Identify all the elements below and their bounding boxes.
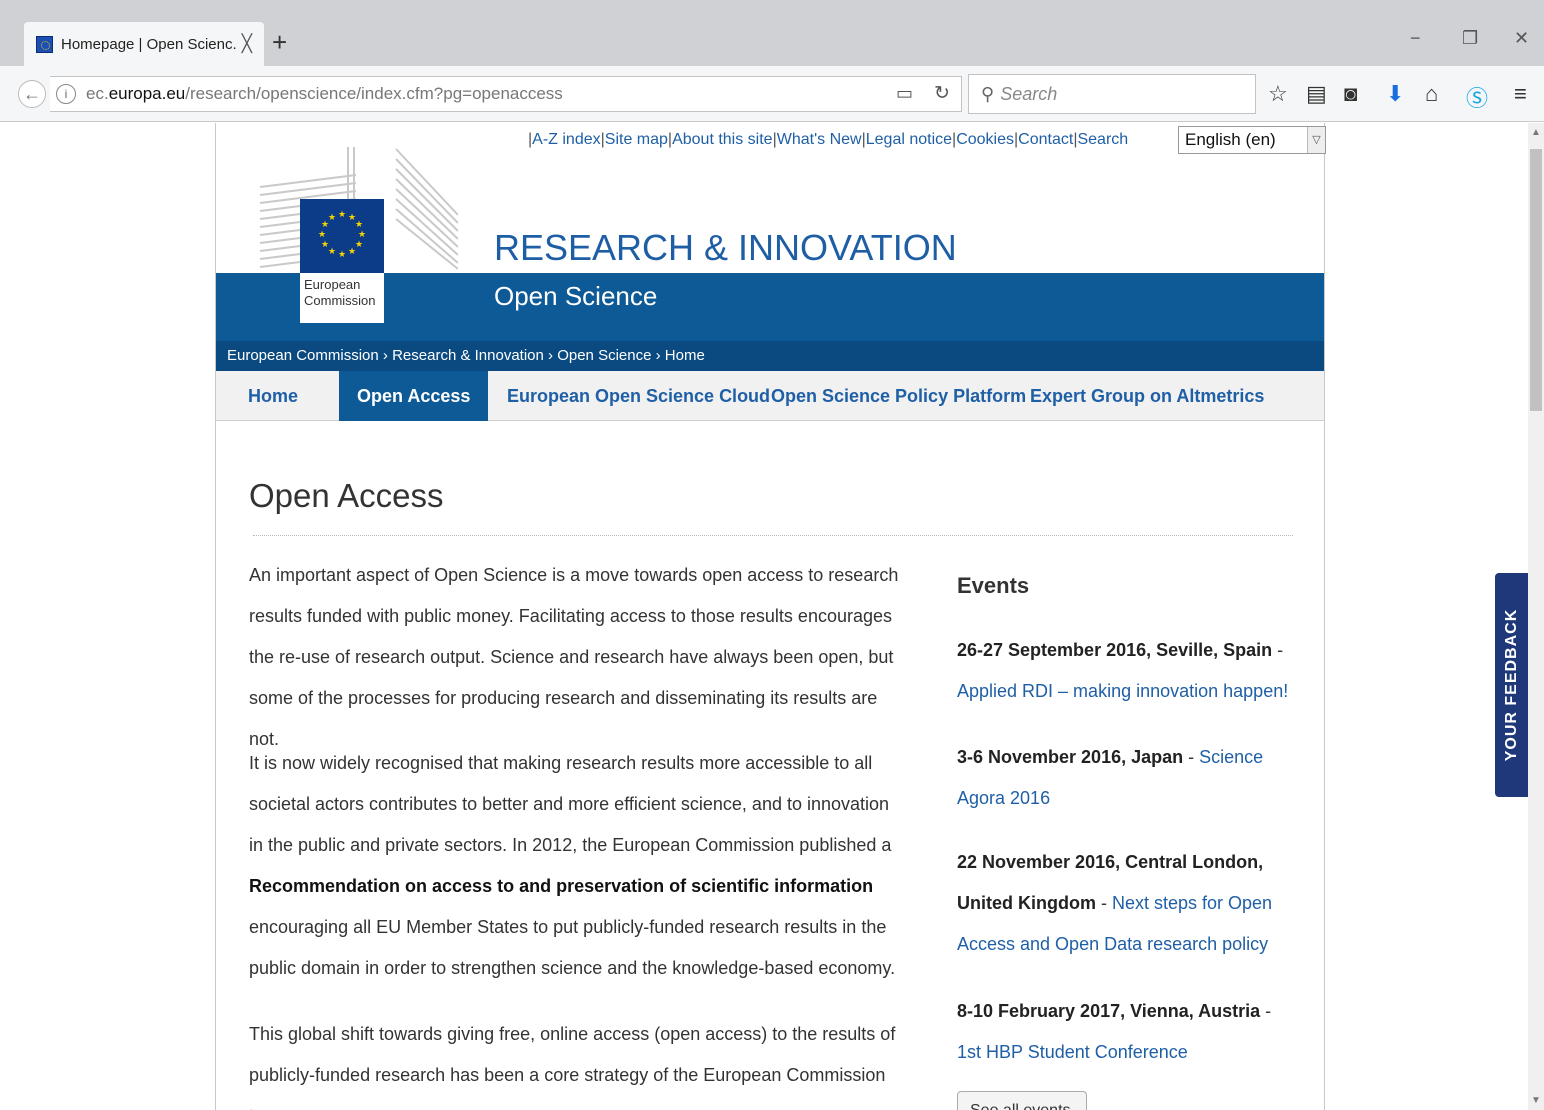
logo-line-2: Commission <box>304 293 376 308</box>
recommendation-link[interactable]: Recommendation on access to and preserva… <box>249 876 873 896</box>
event-separator: - <box>1183 747 1200 767</box>
bookmarks-list-icon[interactable]: ▤ <box>1306 81 1327 107</box>
svg-text:★: ★ <box>328 213 336 223</box>
reader-view-icon[interactable]: ▭ <box>896 83 913 104</box>
minimize-icon[interactable]: − <box>1410 28 1421 49</box>
breadcrumb: European Commission › Research & Innovat… <box>216 341 1324 371</box>
toplink-item[interactable]: Cookies <box>956 131 1014 148</box>
breadcrumb-chevron-icon: › <box>543 347 558 364</box>
scroll-up-icon[interactable]: ▲ <box>1531 127 1541 138</box>
event-date: 8-10 February 2017, Vienna, Austria <box>957 1001 1261 1021</box>
paragraph-2-text-c: encouraging all EU Member States to put … <box>249 917 896 978</box>
language-selected: English (en) <box>1185 130 1276 149</box>
svg-text:★: ★ <box>328 247 336 257</box>
info-icon[interactable]: i <box>56 84 76 104</box>
title-divider <box>253 535 1293 536</box>
tab-close-icon[interactable]: ╳ <box>242 34 252 54</box>
browser-tab[interactable]: Homepage | Open Scienc... ╳ <box>24 22 264 66</box>
menu-item-eosc[interactable]: European Open Science Cloud <box>507 371 770 421</box>
svg-text:★: ★ <box>338 210 346 220</box>
events-heading: Events <box>957 573 1030 598</box>
logo-line-1: European <box>304 277 361 292</box>
top-utility-links: |A-Z index|Site map|About this site|What… <box>528 131 1128 149</box>
download-icon[interactable]: ⬇ <box>1386 81 1404 107</box>
svg-text:★: ★ <box>318 230 326 240</box>
menu-item-home[interactable]: Home <box>248 371 298 421</box>
paragraph-3: This global shift towards giving free, o… <box>249 1024 896 1110</box>
language-select[interactable]: English (en) ▽ <box>1178 126 1326 154</box>
restore-icon[interactable]: ❐ <box>1462 28 1478 49</box>
eu-flag-icon: ★ ★ ★ ★ ★ ★ ★ ★ ★ ★ ★ ★ <box>300 199 384 273</box>
site-subtitle[interactable]: Open Science <box>494 281 657 312</box>
breadcrumb-chevron-icon: › <box>378 347 393 364</box>
event-date: 26-27 September 2016, Seville, Spain <box>957 640 1273 660</box>
page-container: |A-Z index|Site map|About this site|What… <box>215 123 1326 1110</box>
svg-text:★: ★ <box>355 240 363 250</box>
new-tab-button[interactable]: + <box>272 28 287 56</box>
browser-nav-bar: ← i ec.europa.eu/research/openscience/in… <box>0 66 1544 122</box>
page-viewport: |A-Z index|Site map|About this site|What… <box>0 123 1544 1110</box>
bookmark-star-icon[interactable]: ☆ <box>1268 81 1288 107</box>
scroll-down-icon[interactable]: ▼ <box>1531 1095 1541 1106</box>
close-window-icon[interactable]: ✕ <box>1514 28 1529 49</box>
toplink-item[interactable]: What's New <box>777 131 862 148</box>
paragraph-1: An important aspect of Open Science is a… <box>249 565 899 749</box>
main-menu: Home Open Access European Open Science C… <box>216 371 1324 421</box>
vertical-scrollbar[interactable]: ▲ ▼ <box>1528 123 1544 1110</box>
breadcrumb-item[interactable]: Research & Innovation <box>392 347 544 364</box>
toplink-item[interactable]: Legal notice <box>866 131 952 148</box>
search-placeholder: Search <box>1000 83 1058 104</box>
breadcrumb-item[interactable]: Open Science <box>557 347 651 364</box>
menu-item-open-access[interactable]: Open Access <box>339 371 489 421</box>
logo-text: European Commission <box>300 273 384 323</box>
search-icon: ⚲ <box>981 83 995 104</box>
reload-icon[interactable]: ↻ <box>934 82 950 105</box>
toplink-item[interactable]: Contact <box>1018 131 1073 148</box>
address-bar[interactable]: i ec.europa.eu/research/openscience/inde… <box>50 76 962 112</box>
toplink-item[interactable]: A-Z index <box>532 131 600 148</box>
scrollbar-thumb[interactable] <box>1530 149 1542 411</box>
svg-text:★: ★ <box>358 230 366 240</box>
breadcrumb-item: Home <box>664 347 705 364</box>
breadcrumb-item[interactable]: European Commission <box>227 347 379 364</box>
skype-icon[interactable]: Ⓢ <box>1466 81 1488 113</box>
see-all-events-button[interactable]: See all events <box>957 1091 1087 1110</box>
menu-item-policy-platform[interactable]: Open Science Policy Platform <box>771 371 1026 421</box>
feedback-tab[interactable]: YOUR FEEDBACK <box>1495 573 1529 797</box>
event-separator: - <box>1260 1001 1272 1021</box>
event-link[interactable]: Applied RDI – making innovation happen! <box>957 681 1288 701</box>
toplink-item[interactable]: Search <box>1077 131 1128 148</box>
event-separator: - <box>1272 640 1284 660</box>
back-arrow-icon[interactable]: ← <box>18 80 46 108</box>
breadcrumb-chevron-icon: › <box>651 347 665 364</box>
site-title[interactable]: RESEARCH & INNOVATION <box>494 227 957 269</box>
event-item: 8-10 February 2017, Vienna, Austria - 1s… <box>957 991 1297 1073</box>
svg-text:★: ★ <box>321 240 329 250</box>
event-link[interactable]: 1st HBP Student Conference <box>957 1042 1188 1062</box>
chevron-down-icon[interactable]: ▽ <box>1307 127 1325 153</box>
toplink-item[interactable]: About this site <box>672 131 773 148</box>
paragraph-2-text-a: It is now widely recognised that making … <box>249 753 892 855</box>
eu-flag-favicon-icon <box>36 35 53 53</box>
svg-text:★: ★ <box>338 250 346 260</box>
event-date: 3-6 November 2016, Japan <box>957 747 1184 767</box>
url-text: ec.europa.eu/research/openscience/index.… <box>86 84 563 103</box>
event-item: 3-6 November 2016, Japan - Science Agora… <box>957 737 1297 819</box>
menu-hamburger-icon[interactable]: ≡ <box>1514 81 1527 107</box>
event-item: 26-27 September 2016, Seville, Spain - A… <box>957 630 1297 712</box>
page-title: Open Access <box>249 477 444 514</box>
svg-text:★: ★ <box>348 247 356 257</box>
browser-tab-bar: Homepage | Open Scienc... ╳ + − ❐ ✕ <box>0 0 1544 68</box>
tab-title: Homepage | Open Scienc... <box>61 35 236 53</box>
home-icon[interactable]: ⌂ <box>1425 81 1438 107</box>
event-item: 22 November 2016, Central London, United… <box>957 842 1297 965</box>
feedback-label: YOUR FEEDBACK <box>1503 608 1520 762</box>
search-input[interactable]: ⚲ Search <box>968 74 1256 114</box>
svg-text:★: ★ <box>355 220 363 230</box>
pocket-icon[interactable]: ◙ <box>1344 81 1357 107</box>
event-separator: - <box>1095 893 1112 913</box>
paragraph-2: It is now widely recognised that making … <box>249 743 899 989</box>
menu-item-altmetrics[interactable]: Expert Group on Altmetrics <box>1030 371 1264 421</box>
toplink-item[interactable]: Site map <box>605 131 668 148</box>
